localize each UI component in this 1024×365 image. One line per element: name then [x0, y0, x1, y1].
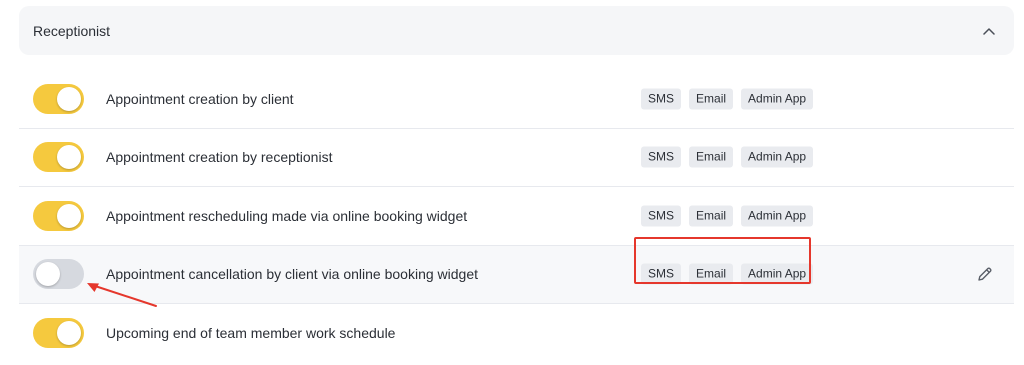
channel-tag-email: Email [689, 205, 734, 227]
toggle-knob [57, 203, 81, 228]
enable-toggle[interactable] [33, 142, 84, 173]
channel-tag-admin-app: Admin App [741, 205, 814, 227]
channel-tag-email: Email [689, 263, 734, 285]
channel-tags: SMS Email Admin App [641, 88, 814, 110]
channel-tag-sms: SMS [641, 146, 682, 168]
section-title: Receptionist [33, 22, 111, 39]
channel-tag-sms: SMS [641, 263, 682, 285]
enable-toggle[interactable] [33, 83, 84, 114]
notification-label: Appointment cancellation by client via o… [106, 266, 479, 283]
toggle-knob [57, 321, 81, 346]
enable-toggle[interactable] [33, 200, 84, 231]
notification-row: Appointment creation by receptionist SMS… [19, 129, 1014, 187]
notification-row: Appointment cancellation by client via o… [19, 236, 1014, 304]
notification-list: Appointment creation by client SMS Email… [19, 70, 1014, 363]
channel-tags: SMS Email Admin App [641, 146, 814, 168]
notification-label: Upcoming end of team member work schedul… [106, 325, 396, 342]
channel-tag-sms: SMS [641, 88, 682, 110]
toggle-knob [36, 262, 60, 287]
channel-tag-admin-app: Admin App [741, 146, 814, 168]
notification-row: Appointment creation by client SMS Email… [19, 70, 1014, 129]
channel-tags: SMS Email Admin App [641, 205, 814, 227]
enable-toggle[interactable] [33, 259, 84, 290]
section-header[interactable]: Receptionist [19, 6, 1014, 55]
channel-tag-email: Email [689, 146, 734, 168]
chevron-up-icon[interactable] [982, 24, 996, 38]
channel-tag-admin-app: Admin App [741, 88, 814, 110]
channel-tag-sms: SMS [641, 205, 682, 227]
channel-tags: SMS Email Admin App [641, 263, 814, 285]
toggle-knob [57, 86, 81, 111]
notification-label: Appointment creation by receptionist [106, 149, 333, 166]
channel-tag-email: Email [689, 88, 734, 110]
notification-row: Upcoming end of team member work schedul… [19, 304, 1014, 363]
notification-label: Appointment rescheduling made via online… [106, 207, 468, 224]
notification-row: Appointment rescheduling made via online… [19, 187, 1014, 246]
toggle-knob [57, 145, 81, 170]
pencil-icon[interactable] [976, 265, 994, 283]
notification-label: Appointment creation by client [106, 90, 294, 107]
enable-toggle[interactable] [33, 318, 84, 349]
channel-tag-admin-app: Admin App [741, 263, 814, 285]
